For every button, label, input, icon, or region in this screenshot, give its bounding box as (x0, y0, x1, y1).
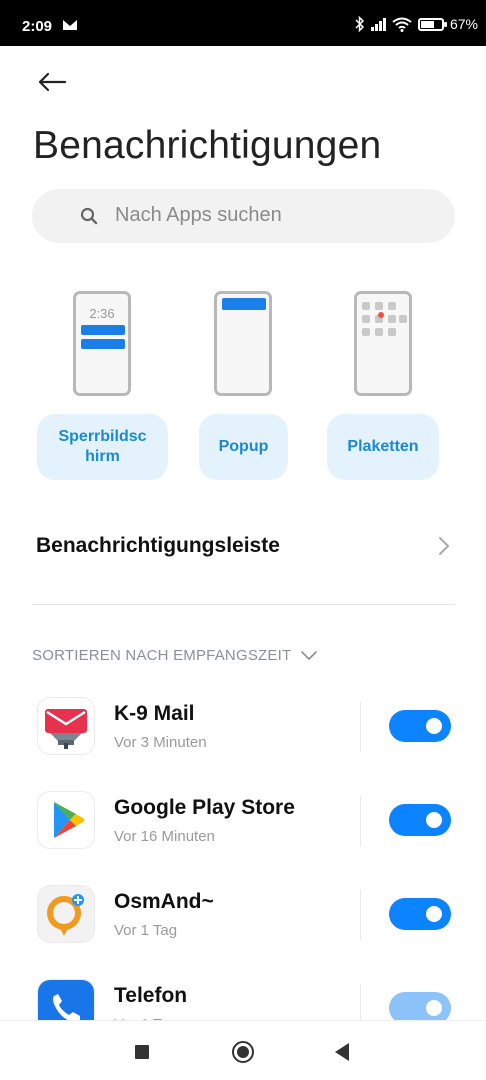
wifi-icon (392, 17, 412, 32)
app-name: Google Play Store (114, 796, 295, 819)
notification-bar-graphic (81, 339, 125, 349)
bluetooth-icon (355, 16, 365, 32)
home-button[interactable] (232, 1041, 254, 1063)
popup-preview[interactable] (214, 291, 272, 396)
navigation-bar (0, 1020, 486, 1080)
sort-selector[interactable]: SORTIEREN NACH EMPFANGSZEIT (32, 647, 318, 664)
app-grid-dot (388, 302, 396, 310)
chevron-right-icon (439, 537, 449, 555)
badge-dot (378, 312, 384, 318)
popup-bar-graphic (222, 298, 266, 310)
search-bar[interactable] (32, 189, 455, 243)
battery-fill (420, 20, 434, 28)
app-name: K-9 Mail (114, 702, 195, 725)
k9-mail-app-icon (38, 698, 94, 754)
notification-shade-label: Benachrichtigungsleiste (36, 534, 280, 557)
badges-button-label: Plaketten (347, 438, 419, 455)
sort-label: SORTIEREN NACH EMPFANGSZEIT (32, 647, 292, 664)
battery-percent: 67% (449, 16, 478, 32)
notification-toggle[interactable] (389, 710, 451, 742)
app-row-osmand[interactable]: OsmAnd~ Vor 1 Tag (0, 886, 486, 966)
app-grid-dot (375, 328, 383, 336)
back-nav-button[interactable] (335, 1043, 349, 1061)
battery-icon (417, 17, 447, 31)
osmand-app-icon (38, 886, 94, 942)
row-separator (360, 796, 361, 846)
app-grid-dot (388, 328, 396, 336)
app-last-notification: Vor 3 Minuten (114, 734, 207, 751)
app-grid-dot (399, 315, 407, 323)
lockscreen-preview-time: 2:36 (89, 306, 115, 321)
arrow-left-icon (38, 72, 67, 92)
notification-bar-graphic (81, 325, 125, 335)
app-name: Telefon (114, 984, 188, 1007)
mail-icon (63, 20, 77, 30)
lockscreen-button[interactable]: Sperrbildsc hirm (37, 414, 168, 480)
search-icon (80, 207, 98, 225)
app-row-google-play-store[interactable]: Google Play Store Vor 16 Minuten (0, 792, 486, 872)
back-button[interactable] (34, 66, 70, 98)
play-store-app-icon (38, 792, 94, 848)
popup-button[interactable]: Popup (199, 414, 288, 480)
status-time: 2:09 (22, 18, 53, 35)
chevron-down-icon (301, 650, 318, 660)
notification-shade-row[interactable]: Benachrichtigungsleiste (0, 520, 486, 572)
status-bar: 2:09 67% (0, 0, 486, 46)
app-name: OsmAnd~ (114, 890, 214, 913)
status-icons: 67% (355, 16, 478, 32)
recents-button[interactable] (135, 1045, 149, 1059)
app-grid-dot (388, 315, 396, 323)
notification-toggle[interactable] (389, 804, 451, 836)
app-grid-dot (362, 315, 370, 323)
app-grid-dot (375, 302, 383, 310)
divider (32, 604, 455, 605)
signal-icon (370, 17, 386, 31)
app-grid-dot (362, 302, 370, 310)
badges-button[interactable]: Plaketten (327, 414, 439, 480)
lockscreen-button-label: Sperrbildsc hirm (58, 428, 147, 465)
lockscreen-preview[interactable]: 2:36 (73, 291, 131, 396)
row-separator (360, 890, 361, 940)
app-grid-dot (362, 328, 370, 336)
app-row-k9-mail[interactable]: K-9 Mail Vor 3 Minuten (0, 698, 486, 778)
badges-preview[interactable] (354, 291, 412, 396)
app-last-notification: Vor 16 Minuten (114, 828, 215, 845)
row-separator (360, 702, 361, 752)
app-last-notification: Vor 1 Tag (114, 922, 178, 939)
search-input[interactable] (115, 204, 445, 227)
page-title: Benachrichtigungen (33, 124, 382, 167)
notification-toggle[interactable] (389, 898, 451, 930)
notifications-screen: 2:09 67% Benachrichtigungen 2:36 (0, 0, 486, 1080)
popup-button-label: Popup (218, 438, 269, 455)
